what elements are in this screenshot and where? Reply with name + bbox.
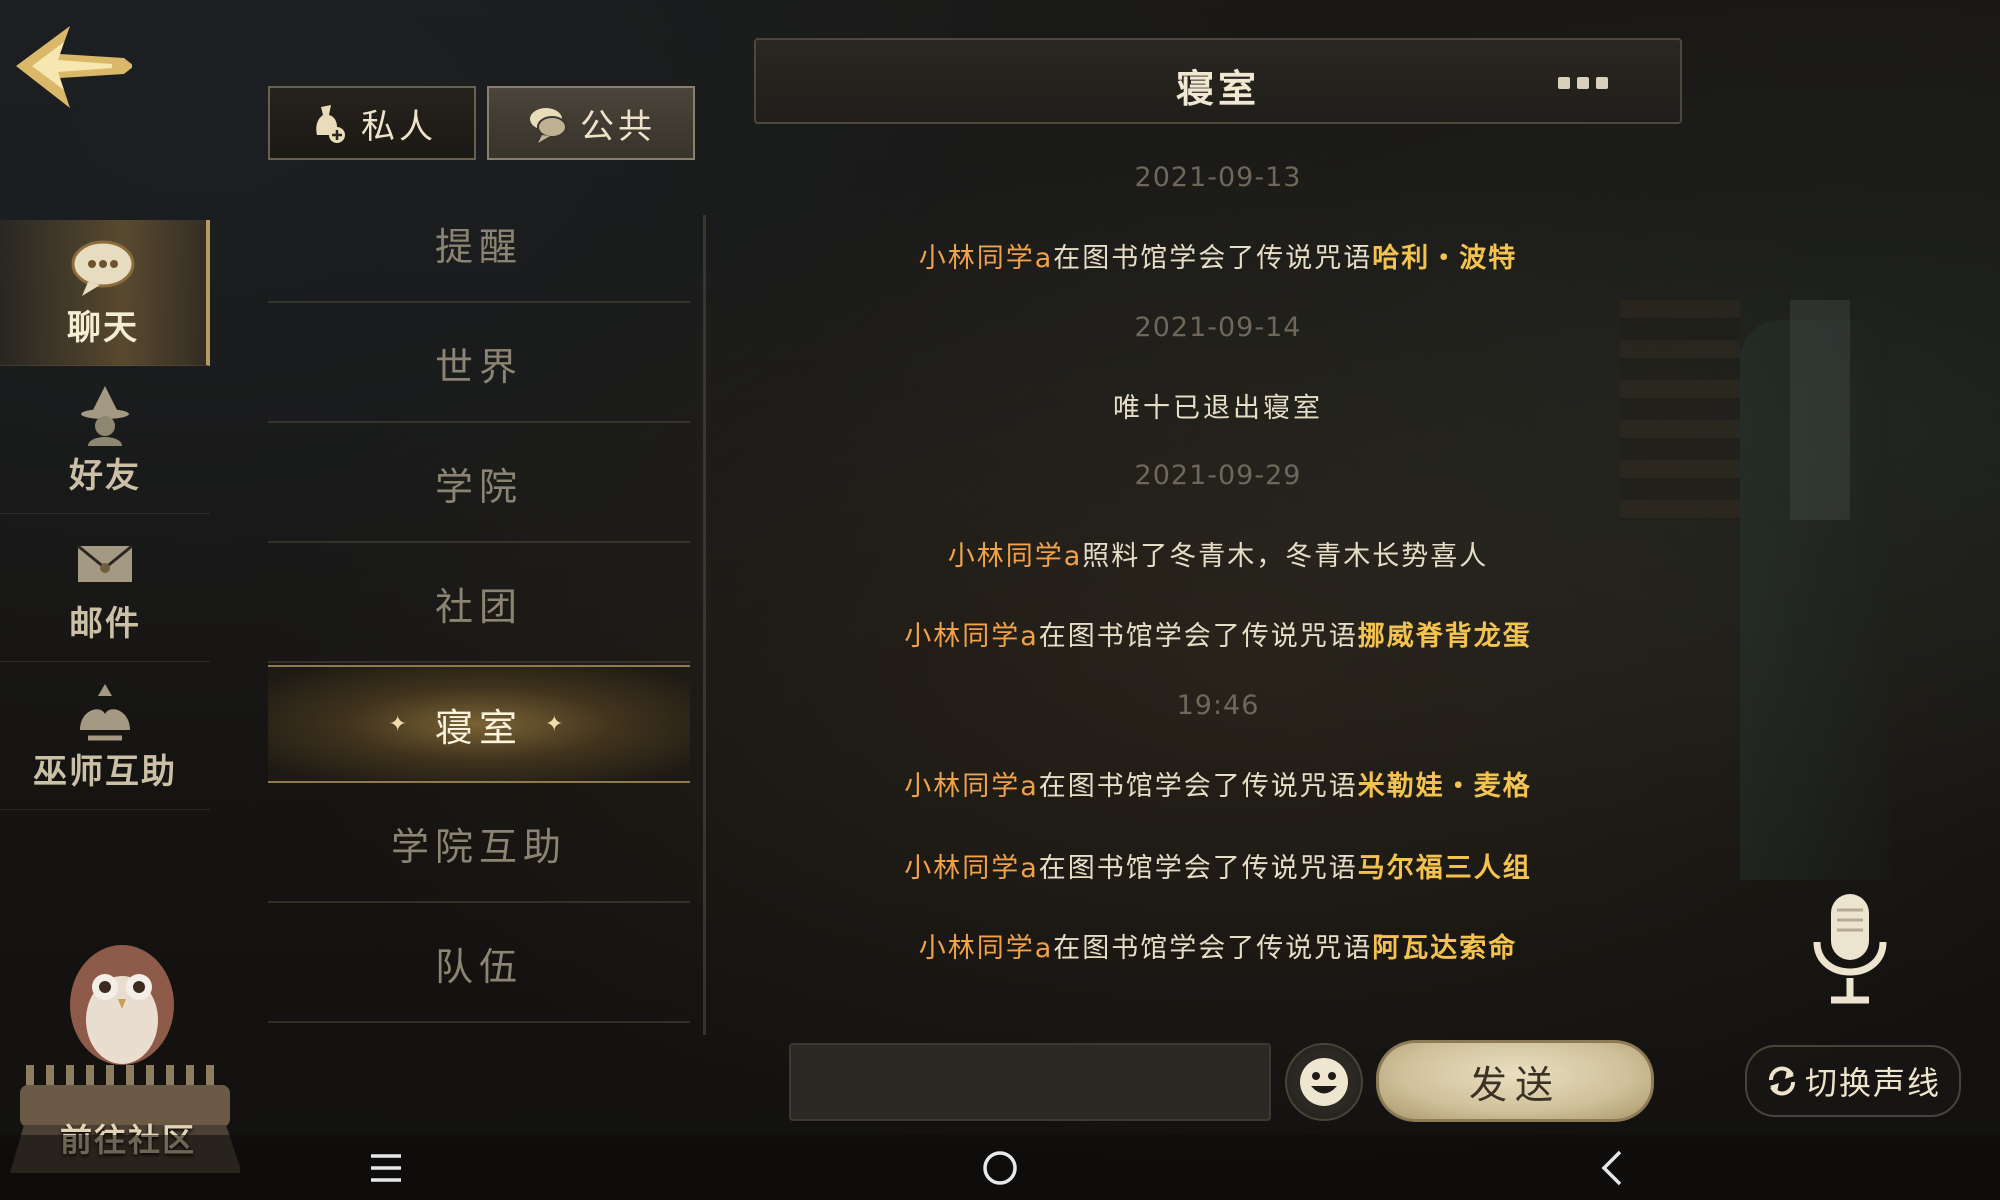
- spell-name: 阿瓦达索命: [1372, 933, 1518, 964]
- spell-name: 哈利・波特: [1372, 243, 1518, 274]
- switch-voice-label: 切换声线: [1804, 1064, 1941, 1102]
- sender-name[interactable]: 小林同学a: [904, 853, 1039, 884]
- system-message: 唯十已退出寝室: [1113, 393, 1323, 424]
- chat-message: 小林同学a在图书馆学会了传说咒语马尔福三人组: [754, 846, 1682, 885]
- tab-public[interactable]: 公共: [487, 86, 695, 160]
- channel-list: 提醒 世界 学院 社团 ✦ 寝室 ✦ 学院互助 队伍: [268, 185, 698, 1035]
- sender-name[interactable]: 小林同学a: [919, 243, 1054, 274]
- back-chevron-icon: [1601, 1150, 1622, 1186]
- sender-name[interactable]: 小林同学a: [948, 541, 1083, 572]
- nav-home-button[interactable]: [970, 1143, 1030, 1193]
- spell-name: 挪威脊背龙蛋: [1357, 621, 1532, 652]
- channel-divider: [703, 215, 706, 1035]
- tab-public-label: 公共: [580, 106, 656, 147]
- channel-item-reminder[interactable]: 提醒: [268, 185, 690, 303]
- message-text: 在图书馆学会了传说咒语: [1038, 853, 1358, 884]
- channel-item-team[interactable]: 队伍: [268, 905, 690, 1023]
- channel-item-dorm[interactable]: ✦ 寝室 ✦: [268, 665, 690, 783]
- emoji-button[interactable]: [1285, 1043, 1363, 1121]
- message-text: 在图书馆学会了传说咒语: [1053, 933, 1373, 964]
- sender-name[interactable]: 小林同学a: [904, 771, 1039, 802]
- switch-voice-button[interactable]: 切换声线: [1745, 1045, 1961, 1117]
- more-dots-icon: [1577, 77, 1589, 89]
- message-list: 2021-09-13 小林同学a在图书馆学会了传说咒语哈利・波特 2021-09…: [754, 140, 1682, 980]
- chat-bubble-icon: [71, 240, 135, 296]
- message-text: 在图书馆学会了传说咒语: [1038, 621, 1358, 652]
- spell-name: 马尔福三人组: [1357, 853, 1532, 884]
- envelope-icon: [77, 544, 133, 582]
- channel-label: 提醒: [434, 224, 523, 269]
- sidebar-item-mail-label: 邮件: [69, 604, 141, 644]
- message-text: 在图书馆学会了传说咒语: [1038, 771, 1358, 802]
- sender-name[interactable]: 小林同学a: [904, 621, 1039, 652]
- home-circle-icon: [983, 1151, 1017, 1185]
- chat-message: 小林同学a照料了冬青木，冬青木长势喜人: [754, 534, 1682, 573]
- date-separator: 2021-09-13: [1134, 162, 1302, 193]
- chat-screen: 私人 公共 聊天 好友 邮件 巫师互助 提醒 世界 学院 社团 ✦ 寝室 ✦ 学…: [0, 0, 2000, 1200]
- channel-label: 社团: [434, 584, 523, 629]
- send-button[interactable]: 发送: [1376, 1040, 1654, 1122]
- back-arrow-icon: [16, 26, 134, 108]
- back-button[interactable]: [12, 22, 134, 112]
- sidebar-item-wizard-help-label: 巫师互助: [33, 752, 177, 792]
- more-options-button[interactable]: [1558, 70, 1618, 96]
- microphone-button[interactable]: [1805, 890, 1895, 1010]
- sidebar-item-chat[interactable]: 聊天: [0, 220, 210, 366]
- message-text: 照料了冬青木，冬青木长势喜人: [1082, 541, 1489, 572]
- hands-icon: [80, 684, 130, 741]
- message-text: 在图书馆学会了传说咒语: [1053, 243, 1373, 274]
- channel-item-club[interactable]: 社团: [268, 545, 690, 663]
- more-dots-icon: [1596, 77, 1608, 89]
- channel-item-house-help[interactable]: 学院互助: [268, 785, 690, 903]
- channel-label: 世界: [434, 344, 523, 389]
- sidebar-item-chat-label: 聊天: [67, 308, 139, 348]
- chat-message: 小林同学a在图书馆学会了传说咒语哈利・波特: [754, 236, 1682, 275]
- time-separator: 19:46: [1176, 690, 1260, 721]
- nav-menu-button[interactable]: [356, 1143, 416, 1193]
- channel-label: 寝室: [434, 705, 523, 750]
- date-separator: 2021-09-29: [1134, 460, 1302, 491]
- background-curtain: [1740, 320, 1890, 880]
- background-banner: [1790, 300, 1850, 520]
- sparkle-icon: ✦: [545, 711, 570, 737]
- chat-message: 小林同学a在图书馆学会了传说咒语挪威脊背龙蛋: [754, 614, 1682, 653]
- spell-name: 米勒娃・麦格: [1357, 771, 1532, 802]
- channel-label: 队伍: [434, 944, 523, 989]
- nav-back-button[interactable]: [1582, 1143, 1642, 1193]
- category-sidebar: 聊天 好友 邮件 巫师互助: [0, 220, 215, 820]
- channel-label: 学院互助: [390, 824, 567, 869]
- public-chat-icon: [530, 108, 567, 143]
- microphone-icon: [1813, 894, 1887, 1004]
- private-person-icon: [316, 105, 345, 143]
- system-nav-bar: [0, 1135, 2000, 1200]
- chat-input[interactable]: [789, 1043, 1271, 1121]
- sender-name[interactable]: 小林同学a: [919, 933, 1054, 964]
- sparkle-icon: ✦: [388, 711, 413, 737]
- sidebar-item-wizard-help[interactable]: 巫师互助: [0, 664, 210, 810]
- smiley-icon: [1300, 1058, 1348, 1106]
- chat-message: 小林同学a在图书馆学会了传说咒语米勒娃・麦格: [754, 764, 1682, 803]
- chat-message: 小林同学a在图书馆学会了传说咒语阿瓦达索命: [754, 926, 1682, 965]
- send-label: 发送: [1468, 1062, 1561, 1107]
- date-separator: 2021-09-14: [1134, 312, 1302, 343]
- switch-arrows-icon: [1768, 1066, 1795, 1096]
- tab-private[interactable]: 私人: [268, 86, 476, 160]
- chat-header: 寝室: [754, 38, 1682, 124]
- channel-item-world[interactable]: 世界: [268, 305, 690, 423]
- channel-label: 学院: [434, 464, 523, 509]
- wizard-hat-icon: [81, 386, 129, 446]
- more-dots-icon: [1558, 77, 1570, 89]
- menu-icon: [371, 1154, 401, 1182]
- tab-private-label: 私人: [361, 106, 437, 147]
- sidebar-item-friends-label: 好友: [69, 456, 141, 496]
- channel-item-house[interactable]: 学院: [268, 425, 690, 543]
- sidebar-item-mail[interactable]: 邮件: [0, 516, 210, 662]
- sidebar-item-friends[interactable]: 好友: [0, 368, 210, 514]
- chat-title: 寝室: [1175, 67, 1260, 111]
